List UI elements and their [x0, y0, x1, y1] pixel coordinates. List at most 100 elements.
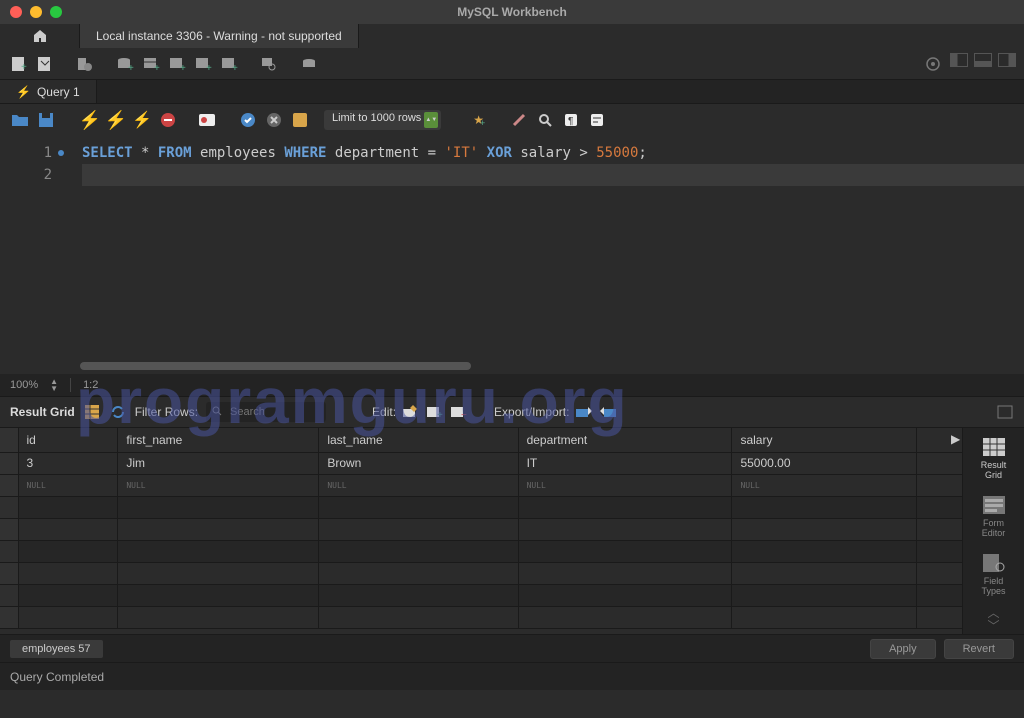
column-header[interactable]: id	[18, 428, 118, 452]
create-table-icon[interactable]: +	[140, 53, 162, 75]
connection-tab[interactable]: Local instance 3306 - Warning - not supp…	[80, 24, 359, 48]
export-import-label: Export/Import:	[494, 405, 569, 419]
create-procedure-icon[interactable]: +	[192, 53, 214, 75]
edit-label: Edit:	[372, 405, 396, 419]
toggle-right-panel-icon[interactable]	[998, 53, 1016, 67]
add-row-icon[interactable]: +	[426, 403, 444, 421]
limit-rows-select[interactable]: Limit to 1000 rows ▲▼	[324, 110, 441, 130]
side-result-grid[interactable]: Result Grid	[980, 436, 1008, 480]
beautify-icon[interactable]	[509, 110, 529, 130]
wrap-cell-icon[interactable]	[996, 403, 1014, 421]
table-row-null[interactable]: NULL NULL NULL NULL NULL	[0, 474, 962, 496]
toggle-autocommit-icon[interactable]	[198, 110, 218, 130]
sql-editor[interactable]: 1 2 SELECT * FROM employees WHERE depart…	[0, 136, 1024, 374]
stop-icon[interactable]	[158, 110, 178, 130]
grid-view-icon	[980, 436, 1008, 458]
connection-tab-bar: Local instance 3306 - Warning - not supp…	[0, 24, 1024, 48]
open-file-icon[interactable]	[10, 110, 30, 130]
svg-text:−: −	[461, 410, 467, 419]
cell[interactable]: 3	[18, 452, 118, 474]
apply-button[interactable]: Apply	[870, 639, 936, 659]
cell-null[interactable]: NULL	[518, 474, 732, 496]
favorite-icon[interactable]: ★+	[469, 110, 489, 130]
svg-text:+: +	[128, 63, 134, 73]
svg-text:+: +	[180, 63, 186, 73]
create-schema-icon[interactable]: +	[114, 53, 136, 75]
column-header[interactable]: last_name	[319, 428, 518, 452]
side-field-types[interactable]: Field Types	[980, 552, 1008, 596]
collapse-arrow-icon[interactable]: ▶	[951, 432, 960, 446]
cell-null[interactable]: NULL	[319, 474, 518, 496]
reconnect-icon[interactable]	[298, 53, 320, 75]
find-icon[interactable]	[535, 110, 555, 130]
revert-button[interactable]: Revert	[944, 639, 1014, 659]
result-tab[interactable]: employees 57	[10, 640, 103, 658]
cell-null[interactable]: NULL	[18, 474, 118, 496]
connection-tab-label: Local instance 3306 - Warning - not supp…	[96, 29, 342, 43]
svg-text:+: +	[206, 63, 212, 73]
results-side-panel: ▶ Result Grid Form Editor Field Types ︿﹀	[962, 428, 1024, 634]
execute-current-icon[interactable]: ⚡	[106, 110, 126, 130]
filter-rows-input[interactable]	[206, 402, 326, 422]
create-function-icon[interactable]: +	[218, 53, 240, 75]
cell[interactable]: 55000.00	[732, 452, 917, 474]
table-row[interactable]: 3 Jim Brown IT 55000.00	[0, 452, 962, 474]
save-file-icon[interactable]	[36, 110, 56, 130]
results-grid[interactable]: id first_name last_name department salar…	[0, 428, 962, 634]
explain-icon[interactable]: ⚡	[132, 110, 152, 130]
table-row-empty	[0, 540, 962, 562]
form-view-icon	[980, 494, 1008, 516]
import-icon[interactable]	[599, 403, 617, 421]
editor-code[interactable]: SELECT * FROM employees WHERE department…	[60, 136, 1024, 374]
cell[interactable]: IT	[518, 452, 732, 474]
settings-icon[interactable]	[922, 53, 944, 75]
side-form-editor[interactable]: Form Editor	[980, 494, 1008, 538]
status-bar: Query Completed	[0, 662, 1024, 690]
open-sql-file-icon[interactable]	[34, 53, 56, 75]
titlebar: MySQL Workbench	[0, 0, 1024, 24]
refresh-icon[interactable]	[109, 403, 127, 421]
minimize-window-icon[interactable]	[30, 6, 42, 18]
filter-rows-label: Filter Rows:	[135, 405, 198, 419]
table-row-empty	[0, 518, 962, 540]
result-tab-label: employees 57	[22, 643, 91, 655]
scrollbar-thumb[interactable]	[80, 362, 471, 370]
cell-null[interactable]: NULL	[732, 474, 917, 496]
home-tab[interactable]	[0, 24, 80, 48]
commit-icon[interactable]	[238, 110, 258, 130]
execute-icon[interactable]: ⚡	[80, 110, 100, 130]
edit-row-icon[interactable]	[402, 403, 420, 421]
rollback-icon[interactable]	[264, 110, 284, 130]
column-header[interactable]: first_name	[118, 428, 319, 452]
toggle-bottom-panel-icon[interactable]	[974, 53, 992, 67]
toggle-whitespace-icon[interactable]	[290, 110, 310, 130]
side-label: Form Editor	[982, 518, 1006, 538]
delete-row-icon[interactable]: −	[450, 403, 468, 421]
export-icon[interactable]	[575, 403, 593, 421]
invisible-chars-icon[interactable]: ¶	[561, 110, 581, 130]
query-tab-label: Query 1	[37, 85, 80, 99]
result-tab-bar: employees 57 Apply Revert	[0, 634, 1024, 662]
stepper-icon: ▲▼	[424, 112, 438, 128]
search-table-icon[interactable]	[258, 53, 280, 75]
maximize-window-icon[interactable]	[50, 6, 62, 18]
cell[interactable]: Brown	[319, 452, 518, 474]
close-window-icon[interactable]	[10, 6, 22, 18]
zoom-stepper-icon[interactable]: ▲▼	[50, 378, 58, 392]
new-sql-tab-icon[interactable]: +	[8, 53, 30, 75]
create-view-icon[interactable]: +	[166, 53, 188, 75]
results-table: id first_name last_name department salar…	[0, 428, 962, 629]
wrap-icon[interactable]	[587, 110, 607, 130]
toggle-left-panel-icon[interactable]	[950, 53, 968, 67]
cell[interactable]: Jim	[118, 452, 319, 474]
column-header[interactable]: department	[518, 428, 732, 452]
query-tab[interactable]: ⚡ Query 1	[0, 80, 97, 103]
cell-null[interactable]: NULL	[118, 474, 319, 496]
grid-icon[interactable]	[83, 403, 101, 421]
table-row-empty	[0, 496, 962, 518]
editor-scrollbar[interactable]	[80, 362, 1010, 370]
side-scroll-icon[interactable]: ︿﹀	[987, 604, 999, 634]
column-header[interactable]: salary	[732, 428, 917, 452]
inspector-icon[interactable]	[74, 53, 96, 75]
result-grid-label: Result Grid	[10, 405, 75, 419]
